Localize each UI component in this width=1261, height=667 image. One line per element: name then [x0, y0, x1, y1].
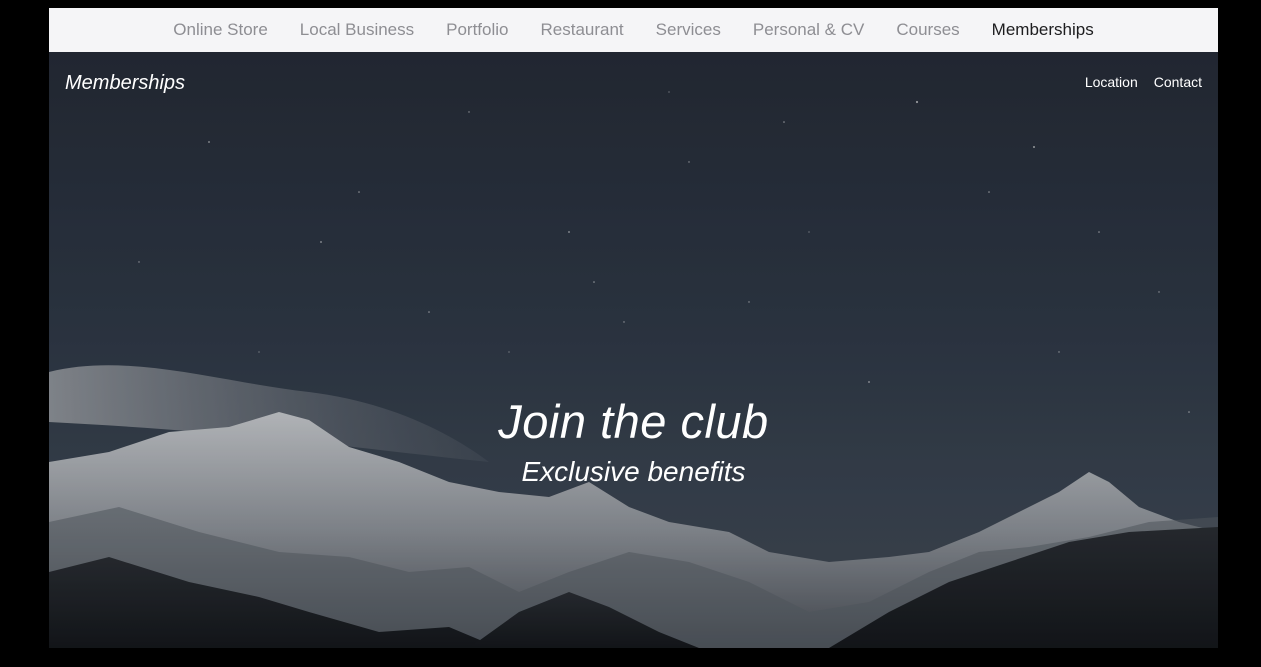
nav-link-contact[interactable]: Contact — [1154, 74, 1202, 90]
tab-memberships[interactable]: Memberships — [976, 8, 1110, 52]
mountain-night-background — [49, 52, 1218, 648]
tab-personal-cv[interactable]: Personal & CV — [737, 8, 881, 52]
site-brand[interactable]: Memberships — [65, 72, 185, 95]
tab-services[interactable]: Services — [640, 8, 737, 52]
site-nav: Location Contact — [1085, 74, 1202, 90]
tab-courses[interactable]: Courses — [880, 8, 975, 52]
tab-online-store[interactable]: Online Store — [157, 8, 284, 52]
hero-section: Memberships Location Contact Join the cl… — [49, 52, 1218, 648]
hero-subheadline: Exclusive benefits — [521, 456, 746, 487]
browser-viewport: Online Store Local Business Portfolio Re… — [49, 8, 1218, 648]
nav-link-location[interactable]: Location — [1085, 74, 1138, 90]
hero-headline: Join the club — [498, 395, 769, 448]
tab-portfolio[interactable]: Portfolio — [430, 8, 524, 52]
tab-restaurant[interactable]: Restaurant — [525, 8, 640, 52]
template-category-nav: Online Store Local Business Portfolio Re… — [49, 8, 1218, 52]
tab-local-business[interactable]: Local Business — [284, 8, 430, 52]
